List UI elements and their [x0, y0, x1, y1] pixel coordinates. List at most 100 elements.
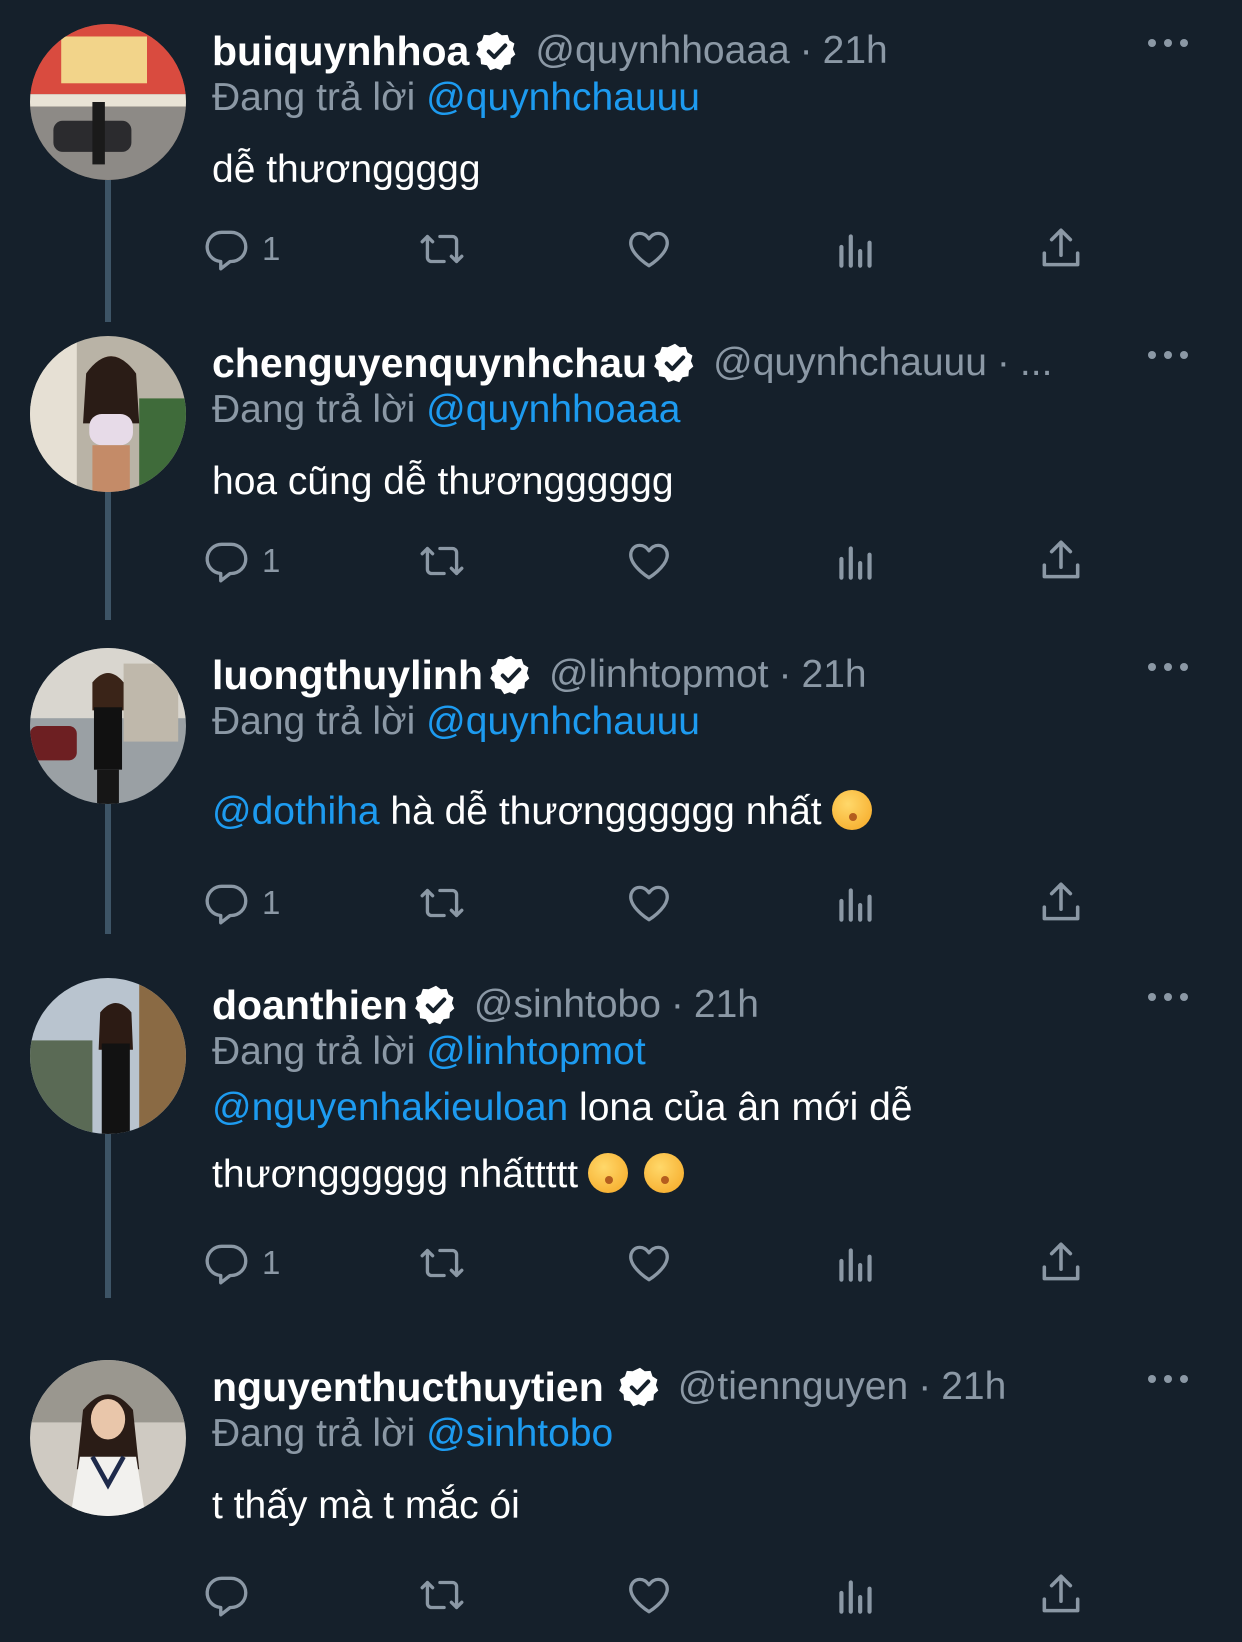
reply-button[interactable]: 1	[202, 878, 280, 928]
share-icon	[1036, 1570, 1086, 1620]
tweet-actions: 1	[212, 536, 1092, 586]
retweet-icon	[417, 1570, 467, 1620]
more-options-icon[interactable]	[1148, 982, 1188, 1012]
user-handle[interactable]: @sinhtobo	[474, 983, 661, 1027]
analytics-button[interactable]	[831, 224, 881, 274]
timestamp[interactable]: 21h	[823, 29, 888, 73]
share-button[interactable]	[1036, 878, 1086, 928]
like-button[interactable]	[624, 1238, 674, 1288]
reply-button[interactable]: 1	[202, 1238, 280, 1288]
display-name[interactable]: luongthuylinh	[212, 652, 483, 699]
avatar[interactable]	[30, 336, 186, 492]
tweet-header: luongthuylinh @linhtopmot · 21h	[212, 650, 1122, 700]
retweet-button[interactable]	[417, 536, 467, 586]
share-button[interactable]	[1036, 224, 1086, 274]
reply-to-mention[interactable]: @quynhchauuu	[426, 700, 700, 743]
share-button[interactable]	[1036, 536, 1086, 586]
tweet[interactable]: buiquynhhoa @quynhhoaaa · 21h Đang trả l…	[0, 24, 1242, 304]
tweet-text-content: lona của ân mới dễ	[579, 1086, 913, 1129]
analytics-icon	[831, 878, 881, 928]
like-button[interactable]	[624, 1570, 674, 1620]
analytics-button[interactable]	[831, 1570, 881, 1620]
user-handle[interactable]: @quynhchauuu	[713, 341, 987, 385]
like-button[interactable]	[624, 224, 674, 274]
separator-dot: ·	[918, 1365, 932, 1408]
analytics-button[interactable]	[831, 1238, 881, 1288]
kissing-emoji-icon	[644, 1153, 685, 1193]
more-options-icon[interactable]	[1148, 1364, 1188, 1394]
tweet-header: nguyenthucthuytien @tiennguyen · 21h	[212, 1362, 1122, 1412]
reply-to-mention[interactable]: @linhtopmot	[426, 1030, 646, 1073]
retweet-button[interactable]	[417, 1570, 467, 1620]
reply-icon	[202, 224, 252, 274]
reply-to-mention[interactable]: @quynhchauuu	[426, 76, 700, 119]
text-mention[interactable]: @nguyenhakieuloan	[212, 1086, 568, 1129]
replying-prefix: Đang trả lời	[212, 388, 416, 431]
reply-to-mention[interactable]: @quynhhoaaa	[426, 388, 680, 431]
reply-button[interactable]: 1	[202, 536, 280, 586]
retweet-button[interactable]	[417, 878, 467, 928]
reply-to-mention[interactable]: @sinhtobo	[426, 1412, 613, 1455]
separator-dot: ·	[778, 653, 792, 696]
kissing-heart-emoji-icon	[831, 790, 872, 830]
display-name[interactable]: buiquynhhoa	[212, 28, 469, 75]
reply-icon	[202, 1238, 252, 1288]
replying-prefix: Đang trả lời	[212, 700, 416, 743]
tweet-text-content: hà dễ thươngggggg nhất	[390, 790, 822, 833]
timestamp[interactable]: ...	[1020, 341, 1053, 385]
share-icon	[1036, 878, 1086, 928]
like-button[interactable]	[624, 536, 674, 586]
avatar-photo	[30, 24, 186, 180]
more-options-icon[interactable]	[1148, 340, 1188, 370]
replying-to: Đang trả lời @sinhtobo	[212, 1412, 613, 1456]
user-handle[interactable]: @linhtopmot	[549, 653, 769, 697]
tweet-header: doanthien @sinhtobo · 21h	[212, 980, 1122, 1030]
timestamp[interactable]: 21h	[941, 1365, 1006, 1409]
avatar[interactable]	[30, 24, 186, 180]
text-mention[interactable]: @dothiha	[212, 790, 380, 833]
retweet-icon	[417, 224, 467, 274]
replying-to: Đang trả lời @linhtopmot	[212, 1030, 646, 1074]
like-button[interactable]	[624, 878, 674, 928]
tweet[interactable]: chenguyenquynhchau @quynhchauuu · ... Đa…	[0, 336, 1242, 616]
share-icon	[1036, 1238, 1086, 1288]
analytics-button[interactable]	[831, 536, 881, 586]
reply-count: 1	[262, 230, 281, 267]
reply-button[interactable]	[202, 1570, 252, 1620]
user-handle[interactable]: @quynhhoaaa	[535, 29, 789, 73]
avatar[interactable]	[30, 648, 186, 804]
tweet-text: t thấy mà t mắc ói	[212, 1472, 1092, 1539]
more-options-icon[interactable]	[1148, 28, 1188, 58]
tweet[interactable]: luongthuylinh @linhtopmot · 21h Đang trả…	[0, 648, 1242, 948]
verified-badge-icon	[475, 29, 519, 73]
tweet-text: @nguyenhakieuloan lona của ân mới dễ thư…	[212, 1074, 1092, 1208]
display-name[interactable]: nguyenthucthuytien	[212, 1364, 604, 1411]
reply-icon	[202, 1570, 252, 1620]
share-button[interactable]	[1036, 1570, 1086, 1620]
reply-count: 1	[262, 1244, 281, 1281]
timestamp[interactable]: 21h	[802, 653, 867, 697]
like-icon	[624, 1238, 674, 1288]
verified-badge-icon	[653, 341, 697, 385]
tweet[interactable]: nguyenthucthuytien @tiennguyen · 21h Đan…	[0, 1360, 1242, 1642]
avatar-photo	[30, 336, 186, 492]
tweet[interactable]: doanthien @sinhtobo · 21h Đang trả lời @…	[0, 978, 1242, 1308]
display-name[interactable]: doanthien	[212, 982, 408, 1029]
reply-button[interactable]: 1	[202, 224, 280, 274]
avatar[interactable]	[30, 978, 186, 1134]
share-button[interactable]	[1036, 1238, 1086, 1288]
timestamp[interactable]: 21h	[694, 983, 759, 1027]
retweet-button[interactable]	[417, 1238, 467, 1288]
tweet-header: buiquynhhoa @quynhhoaaa · 21h	[212, 26, 1122, 76]
reply-count: 1	[262, 884, 281, 921]
like-icon	[624, 1570, 674, 1620]
retweet-button[interactable]	[417, 224, 467, 274]
avatar[interactable]	[30, 1360, 186, 1516]
analytics-button[interactable]	[831, 878, 881, 928]
user-handle[interactable]: @tiennguyen	[678, 1365, 908, 1409]
more-options-icon[interactable]	[1148, 652, 1188, 682]
display-name[interactable]: chenguyenquynhchau	[212, 340, 647, 387]
avatar-photo	[30, 648, 186, 804]
separator-dot: ·	[799, 29, 813, 72]
tweet-text-content: t thấy mà t mắc ói	[212, 1484, 520, 1527]
